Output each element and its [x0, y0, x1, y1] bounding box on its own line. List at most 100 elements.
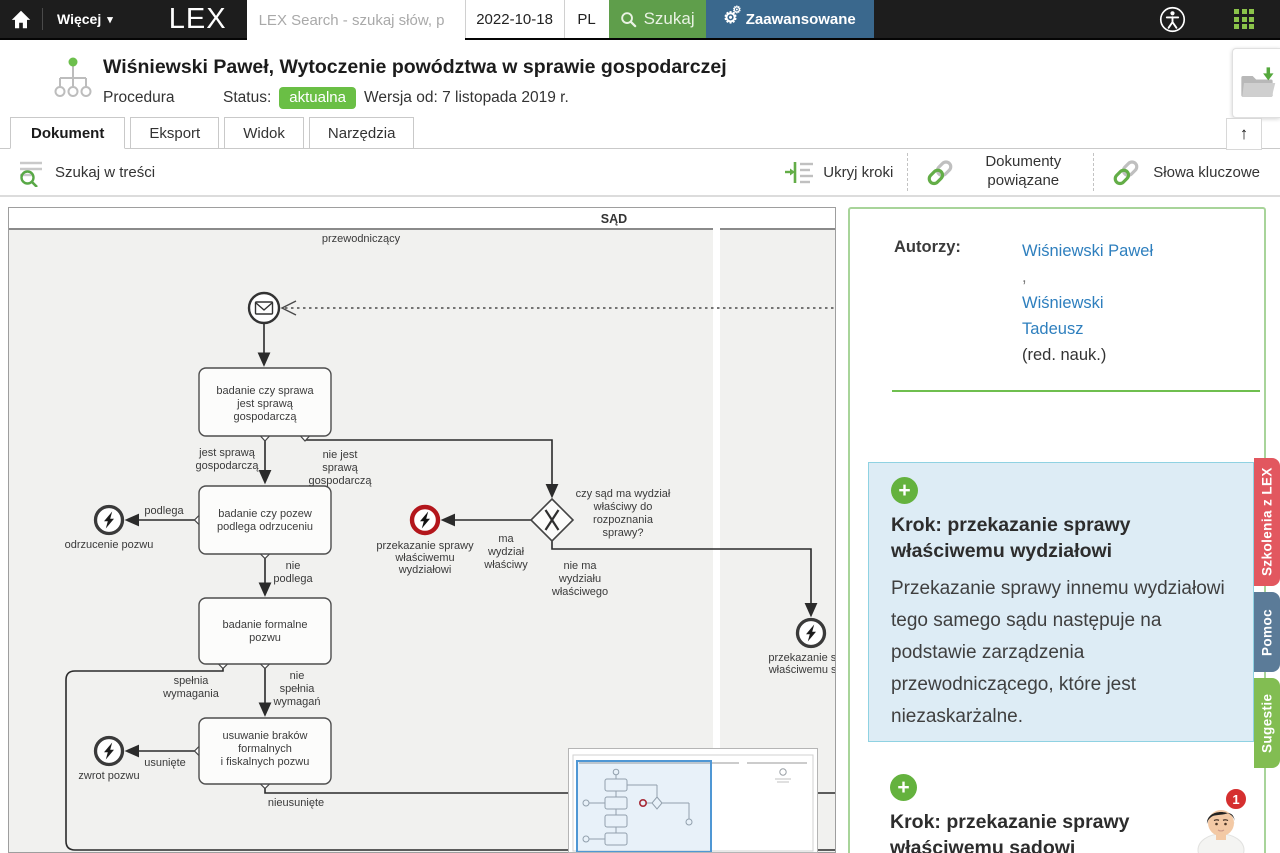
minimap-viewport[interactable]	[577, 761, 711, 852]
svg-text:nie: nie	[290, 670, 305, 682]
svg-text:właściwemu sądowi: właściwemu sądowi	[768, 664, 836, 676]
task-badanie-pozew-odrzucenie[interactable]: badanie czy pozew podlega odrzuceniu	[199, 486, 331, 554]
more-menu-button[interactable]: Więcej ▾	[43, 0, 127, 38]
tab-dokument[interactable]: Dokument	[10, 117, 125, 149]
status-label: Status:	[223, 89, 271, 107]
search-in-text-icon	[16, 157, 46, 187]
related-documents-label: Dokumentypowiązane	[967, 153, 1079, 191]
pool-header	[9, 208, 836, 229]
svg-text:właściwemu: właściwemu	[394, 552, 454, 564]
tab-narzedzia[interactable]: Narzędzia	[309, 117, 415, 149]
folder-add-icon	[1237, 65, 1277, 101]
svg-text:formalnych: formalnych	[238, 743, 292, 755]
task-usuwanie-brakow[interactable]: usuwanie braków formalnych i fiskalnych …	[199, 718, 331, 784]
gears-icon: ⚙⚙	[723, 11, 737, 27]
svg-text:i fiskalnych pozwu: i fiskalnych pozwu	[221, 756, 310, 768]
link-icon	[1108, 154, 1144, 190]
plus-icon: +	[897, 777, 909, 798]
related-documents-button[interactable]: Dokumentypowiązane	[922, 153, 1079, 191]
expand-step-button[interactable]: +	[890, 774, 917, 801]
svg-text:jest sprawą: jest sprawą	[236, 398, 294, 410]
toolbar-separator	[1093, 153, 1094, 191]
collapse-panel-button[interactable]: ↑	[1226, 118, 1262, 150]
svg-text:usuwanie braków: usuwanie braków	[223, 730, 308, 742]
svg-text:rozpoznania: rozpoznania	[593, 514, 654, 526]
hide-steps-label: Ukryj kroki	[823, 164, 893, 181]
svg-text:wydział: wydział	[487, 546, 525, 558]
save-to-folder-button[interactable]	[1232, 48, 1280, 118]
authors-block: Autorzy: Wiśniewski Paweł , Wiśniewski T…	[894, 238, 1244, 368]
svg-text:gospodarczą: gospodarczą	[196, 460, 260, 472]
tab-widok[interactable]: Widok	[224, 117, 304, 149]
step-card-selected[interactable]: + Krok: przekazanie sprawy właściwemu wy…	[868, 462, 1254, 742]
page-title: Wiśniewski Paweł, Wytoczenie powództwa w…	[103, 56, 727, 79]
lex-app: Więcej ▾ LEX 2022-10-18 PL Szukaj ⚙⚙ Zaa…	[0, 0, 1280, 853]
svg-text:spełnia: spełnia	[174, 675, 210, 687]
advanced-search-button[interactable]: ⚙⚙ Zaawansowane	[706, 0, 874, 38]
svg-text:sprawy?: sprawy?	[603, 527, 644, 539]
svg-text:badanie czy sprawa: badanie czy sprawa	[216, 385, 314, 397]
svg-text:odrzucenie pozwu: odrzucenie pozwu	[65, 539, 154, 551]
hide-steps-icon	[784, 158, 814, 186]
side-tab-sugestie[interactable]: Sugestie	[1254, 678, 1280, 768]
version-label: Wersja od: 7 listopada 2019 r.	[364, 89, 569, 107]
search-input[interactable]	[247, 0, 465, 40]
tab-eksport[interactable]: Eksport	[130, 117, 219, 149]
expand-step-button[interactable]: +	[891, 477, 918, 504]
home-button[interactable]	[0, 0, 42, 38]
document-type-label: Procedura	[103, 89, 223, 107]
search-icon	[620, 11, 637, 28]
apps-grid-button[interactable]	[1234, 0, 1254, 38]
accessibility-icon	[1159, 6, 1186, 33]
svg-text:podlega: podlega	[273, 573, 313, 585]
author-link-wisniewski-tadeusz[interactable]: Wiśniewski Tadeusz	[1022, 290, 1162, 342]
search-in-content-button[interactable]: Szukaj w treści	[16, 157, 155, 187]
svg-text:właściwy do: właściwy do	[593, 501, 653, 513]
step-title: Krok: przekazanie sprawy właściwemu sądo…	[890, 809, 1232, 853]
document-meta: Procedura Status: aktualna Wersja od: 7 …	[103, 87, 569, 109]
svg-text:właściwego: właściwego	[551, 586, 608, 598]
notification-badge: 1	[1224, 787, 1248, 811]
side-tab-pomoc[interactable]: Pomoc	[1254, 592, 1280, 672]
link-icon	[922, 154, 958, 190]
green-divider	[892, 390, 1260, 392]
toolbar-separator	[907, 153, 908, 191]
svg-text:sprawą: sprawą	[322, 462, 358, 474]
lex-logo[interactable]: LEX	[169, 0, 227, 38]
svg-text:właściwy: właściwy	[483, 559, 528, 571]
top-navigation-bar: Więcej ▾ LEX 2022-10-18 PL Szukaj ⚙⚙ Zaa…	[0, 0, 1280, 40]
authors-label: Autorzy:	[894, 238, 1022, 368]
svg-text:wydziałowi: wydziałowi	[398, 564, 452, 576]
start-event-message[interactable]	[249, 293, 279, 323]
date-picker[interactable]: 2022-10-18	[465, 0, 564, 38]
language-selector[interactable]: PL	[564, 0, 609, 38]
hide-steps-button[interactable]: Ukryj kroki	[784, 158, 893, 186]
task-badanie-formalne[interactable]: badanie formalne pozwu	[199, 598, 331, 664]
svg-text:podlega odrzuceniu: podlega odrzuceniu	[217, 521, 313, 533]
task-badanie-sprawa-gospodarcza[interactable]: badanie czy sprawa jest sprawą gospodarc…	[199, 368, 331, 436]
plus-icon: +	[898, 480, 910, 501]
authors-comma: ,	[1022, 264, 1162, 290]
svg-text:nie jest: nie jest	[323, 449, 358, 461]
home-icon	[8, 7, 34, 31]
editor-note: (red. nauk.)	[1022, 342, 1162, 368]
svg-text:przekazanie sprawy: przekazanie sprawy	[768, 652, 836, 664]
author-link-wisniewski-pawel[interactable]: Wiśniewski Paweł	[1022, 238, 1162, 264]
lane-label: przewodniczący	[322, 233, 401, 245]
document-toolbar: Szukaj w treści Ukryj kroki	[0, 149, 1280, 197]
svg-text:gospodarczą: gospodarczą	[234, 411, 298, 423]
keywords-label: Słowa kluczowe	[1153, 164, 1260, 181]
svg-text:nie: nie	[286, 560, 301, 572]
keywords-button[interactable]: Słowa kluczowe	[1108, 154, 1260, 190]
svg-text:badanie czy pozew: badanie czy pozew	[218, 508, 312, 520]
arrow-up-icon: ↑	[1240, 124, 1249, 144]
side-tab-szkolenia[interactable]: Szkolenia z LEX	[1254, 458, 1280, 586]
svg-text:pozwu: pozwu	[249, 632, 281, 644]
step-details-panel: Autorzy: Wiśniewski Paweł , Wiśniewski T…	[848, 207, 1266, 853]
search-button[interactable]: Szukaj	[609, 0, 706, 38]
diagram-minimap[interactable]	[568, 748, 818, 853]
accessibility-button[interactable]	[1159, 0, 1186, 38]
svg-text:nie ma: nie ma	[563, 560, 597, 572]
svg-text:spełnia: spełnia	[280, 683, 316, 695]
chevron-down-icon: ▾	[107, 13, 113, 26]
